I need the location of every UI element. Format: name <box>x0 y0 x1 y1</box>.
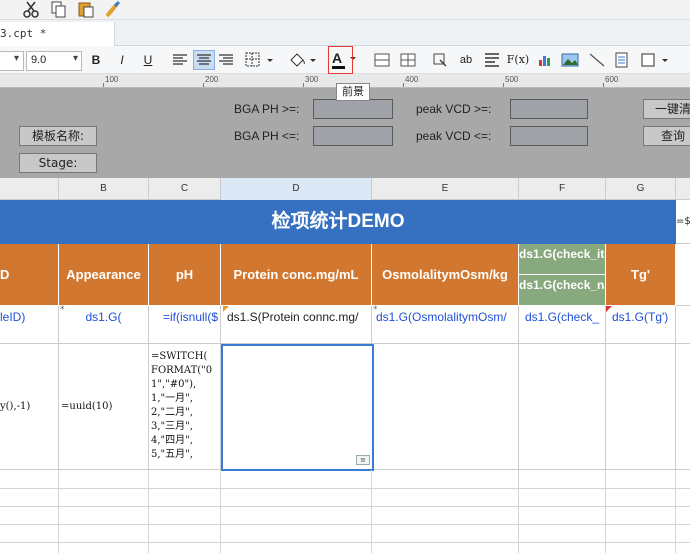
template-name-label: 模板名称: <box>19 126 97 146</box>
align-center-icon <box>197 54 211 65</box>
align-right-icon[interactable] <box>218 54 234 67</box>
bga-ge-input[interactable] <box>313 99 393 119</box>
title-side-cell[interactable]: =$ <box>676 200 690 244</box>
data-cell-ph[interactable]: =if(isnull($ <box>149 306 221 344</box>
font-color-highlight <box>328 46 353 74</box>
data-cell-check[interactable]: ds1.G(check_ <box>519 306 606 344</box>
selected-cell[interactable] <box>221 344 374 471</box>
one-click-button[interactable]: 一键清 <box>643 99 690 119</box>
border-icon[interactable] <box>245 52 275 68</box>
vcd-le-label: peak VCD <=: <box>416 129 492 143</box>
expand-marker-icon: * <box>60 305 65 315</box>
data-cell-uuid[interactable]: =uuid(10) <box>59 344 149 470</box>
text-insert-button[interactable]: ab <box>456 50 476 70</box>
vcd-ge-input[interactable] <box>510 99 588 119</box>
align-center-button[interactable] <box>193 50 215 70</box>
vcd-ge-label: peak VCD >=: <box>416 102 492 116</box>
column-header-g[interactable]: G <box>606 178 676 200</box>
frame-icon[interactable] <box>640 52 670 68</box>
font-family-select[interactable]: ▾ <box>0 51 24 71</box>
empty-cell[interactable] <box>676 306 690 344</box>
header-cell-a[interactable]: D <box>0 244 59 306</box>
data-cell-tg[interactable]: ds1.G(Tg') <box>606 306 676 344</box>
empty-cell[interactable] <box>676 344 690 470</box>
data-cell-osmolality[interactable]: ds1.G(OsmolalitymOsm/ <box>372 306 519 344</box>
header-cell-osmolality[interactable]: OsmolalitymOsm/kg <box>372 244 519 306</box>
sub-report-icon[interactable] <box>614 52 630 68</box>
formula-button[interactable]: F(x) <box>506 50 530 70</box>
vcd-le-input[interactable] <box>510 126 588 146</box>
chart-icon[interactable] <box>537 52 553 68</box>
merge-cells-icon[interactable] <box>374 53 390 67</box>
header-cell-protein[interactable]: Protein conc.mg/mL <box>221 244 372 306</box>
query-button[interactable]: 查询 <box>643 126 690 146</box>
column-header-f[interactable]: F <box>519 178 606 200</box>
foreground-tooltip: 前景 <box>336 83 370 101</box>
tab-title: 3.cpt * <box>0 27 47 40</box>
data-cell-switch[interactable]: =SWITCH( FORMAT("0 1","#0"), 1,"一月", 2,"… <box>149 344 221 470</box>
header-cell-appearance[interactable]: Appearance <box>59 244 149 306</box>
image-icon[interactable] <box>561 52 579 68</box>
top-toolbar <box>0 0 690 20</box>
empty-cell[interactable] <box>519 344 606 470</box>
align-left-icon[interactable] <box>172 54 188 67</box>
copy-icon[interactable] <box>50 1 68 18</box>
empty-cell[interactable] <box>606 344 676 470</box>
scissors-icon[interactable] <box>22 1 40 18</box>
fill-color-icon[interactable] <box>288 51 318 69</box>
sheet-title-cell[interactable]: 检项统计DEMO <box>0 200 676 244</box>
header-cell-check-name[interactable]: ds1.G(check_name) <box>519 275 606 306</box>
column-header-a[interactable] <box>0 178 59 200</box>
header-cell-check-item[interactable]: ds1.G(check_item) <box>519 244 606 275</box>
empty-cell[interactable] <box>676 244 690 306</box>
bold-button[interactable]: B <box>86 50 106 70</box>
paste-icon[interactable] <box>77 1 95 18</box>
expand-marker-icon: * <box>373 305 378 315</box>
column-header-d[interactable]: D <box>221 178 372 200</box>
bga-le-label: BGA PH <=: <box>234 129 300 143</box>
column-header-h[interactable] <box>676 178 690 200</box>
italic-button[interactable]: I <box>112 50 132 70</box>
stage-label: Stage: <box>19 153 97 173</box>
parameter-panel: BGA PH >=: peak VCD >=: 一键清 模板名称: BGA PH… <box>0 88 690 178</box>
data-cell-a[interactable]: leID) <box>0 306 59 344</box>
underline-button[interactable]: U <box>138 50 158 70</box>
column-header-b[interactable]: B <box>59 178 149 200</box>
column-header-c[interactable]: C <box>149 178 221 200</box>
data-cell-protein[interactable]: ds1.S(Protein connc.mg/ <box>221 306 372 344</box>
format-painter-icon[interactable] <box>103 1 121 18</box>
slash-icon[interactable] <box>588 52 606 68</box>
cell-handle-icon[interactable]: ≡ <box>356 455 370 465</box>
column-header-e[interactable]: E <box>372 178 519 200</box>
header-cell-tg[interactable]: Tg' <box>606 244 676 306</box>
document-tab[interactable]: 3.cpt * <box>0 22 115 46</box>
cell-flag-icon <box>606 306 612 312</box>
font-size-select[interactable]: 9.0 ▾ <box>26 51 82 71</box>
bga-ge-label: BGA PH >=: <box>234 102 300 116</box>
bga-le-input[interactable] <box>313 126 393 146</box>
split-cells-icon[interactable] <box>400 53 416 67</box>
column-header-row: B C D E F G <box>0 178 690 200</box>
empty-cell[interactable] <box>372 344 519 470</box>
data-cell-a2[interactable]: y(),-1) <box>0 344 59 470</box>
cell-flag-icon <box>223 306 229 312</box>
insert-cell-icon[interactable] <box>432 52 448 68</box>
header-cell-ph[interactable]: pH <box>149 244 221 306</box>
data-cell-appearance[interactable]: ds1.G( <box>59 306 149 344</box>
text-lines-icon[interactable] <box>484 53 500 67</box>
